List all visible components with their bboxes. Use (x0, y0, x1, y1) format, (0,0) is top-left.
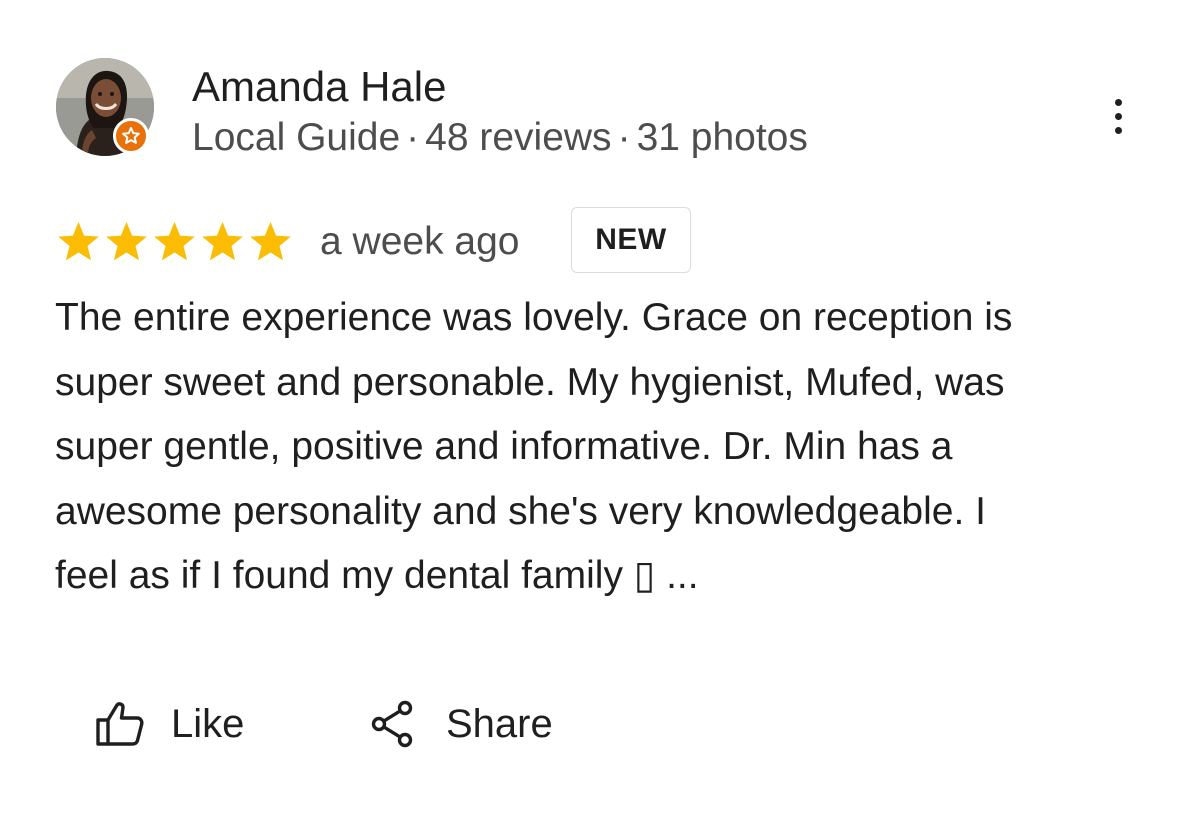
thumb-up-icon (95, 701, 149, 747)
review-time: a week ago (320, 220, 520, 263)
new-badge: NEW (571, 207, 691, 273)
share-icon (370, 700, 414, 748)
share-label: Share (446, 702, 553, 746)
review-text-line: super gentle, positive and informative. … (55, 425, 953, 468)
review-text-line: The entire experience was lovely. Grace … (55, 296, 1013, 339)
review-card: Amanda Hale Local Guide · 48 reviews · 31 ph… (0, 0, 1200, 825)
share-button[interactable]: Share (370, 694, 553, 754)
review-text[interactable]: The entire experience was lovely. Grace … (55, 286, 1165, 609)
author-name[interactable]: Amanda Hale (192, 62, 446, 112)
author-review-count: 48 reviews (425, 116, 612, 159)
like-label: Like (171, 702, 245, 746)
review-text-line: awesome personality and she's very knowl… (55, 489, 986, 533)
star-icon (199, 220, 246, 264)
star-icon (151, 220, 198, 264)
review-text-line: feel as if I found my dental family ▯ ..… (55, 554, 699, 597)
meta-separator: · (617, 116, 631, 159)
local-guide-badge-icon (113, 118, 149, 154)
star-icon (55, 220, 102, 264)
like-button[interactable]: Like (95, 694, 244, 754)
author-role: Local Guide (192, 116, 401, 159)
review-text-line: super sweet and personable. My hygienist… (55, 360, 1005, 404)
star-rating (55, 218, 294, 266)
more-vert-icon-dot (1114, 112, 1122, 120)
meta-separator: · (406, 116, 420, 159)
author-photo-count: 31 photos (636, 116, 808, 159)
star-icon (247, 220, 294, 264)
more-options-button[interactable] (1096, 88, 1140, 144)
author-meta: Local Guide · 48 reviews · 31 photos (192, 114, 808, 162)
star-icon (103, 220, 150, 264)
more-vert-icon-dot (1114, 126, 1122, 134)
more-vert-icon (1114, 98, 1122, 106)
